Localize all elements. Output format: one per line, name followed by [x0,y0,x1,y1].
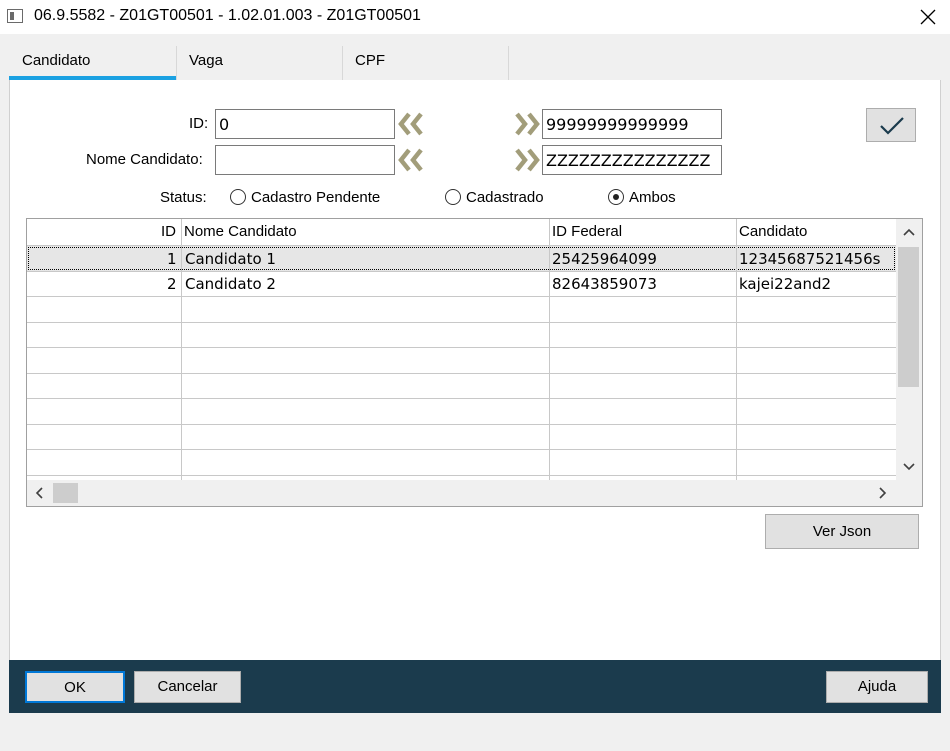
nome-to-input[interactable]: ZZZZZZZZZZZZZZZ [542,145,722,175]
footer-bar: OK Cancelar Ajuda [9,660,941,713]
horizontal-scroll-thumb[interactable] [53,483,78,503]
candidates-grid[interactable]: ID Nome Candidato ID Federal Candidato 1… [26,218,923,507]
radio-circle [608,189,624,205]
app-icon [7,9,23,23]
grid-divider [27,424,896,425]
id-from-input[interactable]: 0 [215,109,395,139]
tab-label: Candidato [22,52,91,69]
scroll-corner [896,480,922,506]
table-row[interactable]: 1 Candidato 1 25425964099 12345687521456… [27,246,896,271]
scroll-right-icon[interactable] [879,487,887,499]
cell-candidato: kajei22and2 [739,275,832,293]
column-header-nome[interactable]: Nome Candidato [184,223,297,240]
tab-label: Vaga [189,52,223,69]
grid-divider [27,322,896,323]
grid-divider [27,271,896,272]
range-right-arrow-icon[interactable] [511,147,541,173]
radio-label: Cadastrado [466,189,544,206]
vertical-scrollbar[interactable] [896,219,922,480]
range-left-arrow-icon[interactable] [397,147,427,173]
id-label: ID: [189,115,209,132]
cancelar-button[interactable]: Cancelar [134,671,241,703]
radio-circle [445,189,461,205]
cell-id-federal: 25425964099 [552,250,657,268]
grid-divider [27,398,896,399]
nome-from-input[interactable] [215,145,395,175]
title-bar: 06.9.5582 - Z01GT00501 - 1.02.01.003 - Z… [0,0,950,34]
column-header-candidato[interactable]: Candidato [739,223,807,240]
radio-label: Cadastro Pendente [251,189,381,206]
cell-id-federal: 82643859073 [552,275,657,293]
ver-json-button[interactable]: Ver Json [765,514,919,549]
tab-candidato[interactable]: Candidato [9,46,177,80]
grid-divider [27,347,896,348]
confirm-filter-button[interactable] [866,108,916,142]
range-left-arrow-icon[interactable] [397,111,427,137]
scroll-up-icon[interactable] [903,228,915,236]
grid-divider [27,296,896,297]
radio-ambos[interactable]: Ambos [608,188,688,208]
close-button[interactable] [905,0,950,34]
ok-button[interactable]: OK [25,671,125,703]
column-header-id-federal[interactable]: ID Federal [552,223,622,240]
ajuda-button[interactable]: Ajuda [826,671,928,703]
grid-header: ID Nome Candidato ID Federal Candidato [27,219,896,246]
radio-label: Ambos [629,189,676,206]
window-title: 06.9.5582 - Z01GT00501 - 1.02.01.003 - Z… [34,7,421,24]
scroll-left-icon[interactable] [35,487,43,499]
table-row[interactable]: 2 Candidato 2 82643859073 kajei22and2 [27,271,896,296]
status-label: Status: [160,189,207,206]
range-right-arrow-icon[interactable] [511,111,541,137]
tab-label: CPF [355,52,385,69]
radio-cadastro-pendente[interactable]: Cadastro Pendente [230,188,400,208]
scroll-down-icon[interactable] [903,463,915,471]
cell-candidato: 12345687521456s [739,250,881,268]
nome-candidato-label: Nome Candidato: [86,151,203,168]
cell-nome: Candidato 1 [185,250,276,268]
cell-nome: Candidato 2 [185,275,276,293]
cell-id: 2 [167,275,177,293]
grid-divider [181,219,182,480]
radio-circle [230,189,246,205]
id-to-input[interactable]: 99999999999999 [542,109,722,139]
grid-divider [27,475,896,476]
close-icon [920,9,936,25]
tabbar-empty [508,46,941,80]
radio-cadastrado[interactable]: Cadastrado [445,188,565,208]
column-header-id[interactable]: ID [161,223,176,240]
tab-vaga[interactable]: Vaga [176,46,343,80]
grid-divider [27,373,896,374]
grid-divider [549,219,550,480]
cell-id: 1 [167,250,177,268]
horizontal-scrollbar[interactable] [27,480,896,506]
grid-divider [27,449,896,450]
tab-cpf[interactable]: CPF [342,46,509,80]
grid-divider [736,219,737,480]
tab-bar: Candidato Vaga CPF [9,46,941,80]
radio-selected-dot [613,194,619,200]
vertical-scroll-thumb[interactable] [898,247,919,387]
checkmark-icon [880,117,904,135]
